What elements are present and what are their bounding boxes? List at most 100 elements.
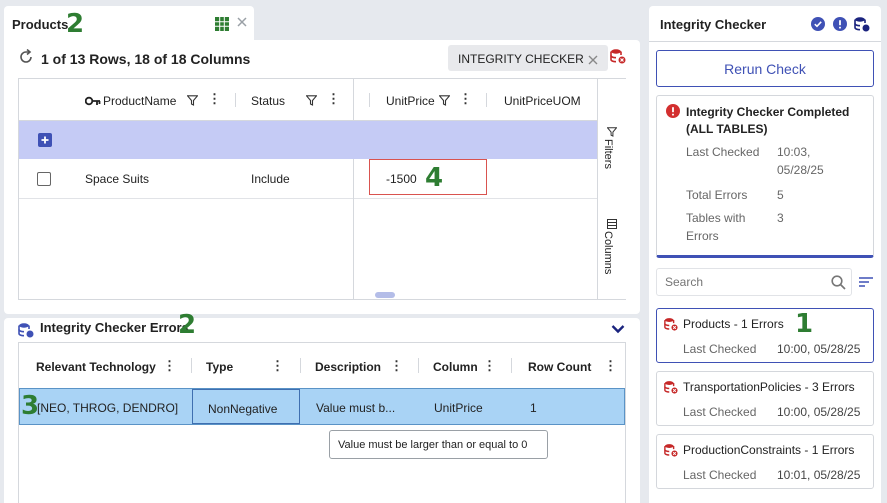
column-divider	[191, 358, 192, 373]
grid-header: ProductName ⋮ Status ⋮ UnitPrice ⋮ UnitP…	[19, 79, 597, 121]
status-title: Integrity Checker Completed (ALL TABLES)	[686, 105, 850, 136]
annotation-marker: 1	[795, 309, 814, 339]
data-grid: ProductName ⋮ Status ⋮ UnitPrice ⋮ UnitP…	[18, 78, 626, 300]
description-tooltip: Value must be larger than or equal to 0	[329, 430, 548, 459]
tooltip-text: Value must be larger than or equal to 0	[338, 439, 528, 451]
column-header-unitprice[interactable]: UnitPrice	[386, 94, 435, 108]
annotation-marker: 2	[66, 9, 85, 39]
result-last-checked-label: Last Checked	[683, 342, 757, 356]
database-icon[interactable]	[610, 48, 626, 64]
cell-unit-price: -1500	[386, 172, 417, 186]
column-header-unitpriceuom[interactable]: UnitPriceUOM	[504, 94, 581, 108]
errors-table-header: Relevant Technology ⋮ Type ⋮ Description…	[19, 343, 625, 388]
result-last-checked-value: 10:00, 05/28/25	[777, 405, 861, 419]
database-icon	[18, 322, 34, 338]
database-icon	[664, 317, 678, 331]
side-columns-button[interactable]: Columns	[602, 231, 614, 274]
row-checkbox[interactable]	[37, 172, 51, 186]
tables-with-errors-label: Tables with Errors	[686, 211, 746, 243]
kebab-icon[interactable]: ⋮	[390, 358, 403, 374]
close-icon[interactable]	[588, 53, 598, 65]
alert-circle-icon	[833, 17, 847, 31]
search-input[interactable]	[658, 270, 818, 294]
integrity-checker-panel: Integrity Checker Rerun Check Integrity …	[649, 6, 881, 503]
rows-summary: 1 of 13 Rows, 18 of 18 Columns	[41, 51, 251, 67]
filter-icon	[606, 125, 618, 137]
column-divider	[418, 358, 419, 373]
horizontal-scrollbar[interactable]	[375, 292, 395, 298]
cell-description[interactable]: Value must b...	[316, 401, 395, 415]
database-icon	[664, 443, 678, 457]
integrity-errors-panel: Integrity Checker Errors 2 Relevant Tech…	[4, 312, 640, 503]
filter-icon[interactable]	[438, 94, 451, 106]
table-row[interactable]: Space Suits Include -1500 4	[19, 159, 597, 199]
result-name: TransportationPolicies - 3 Errors	[683, 380, 855, 394]
database-icon	[664, 380, 678, 394]
result-item[interactable]: Products - 1 Errors Last Checked 10:00, …	[656, 308, 874, 363]
status-card: Integrity Checker Completed (ALL TABLES)…	[656, 95, 874, 258]
column-divider	[353, 79, 354, 121]
column-header-type[interactable]: Type	[206, 360, 233, 374]
cell-row-count[interactable]: 1	[530, 401, 537, 415]
chevron-down-icon[interactable]	[611, 322, 625, 334]
column-header-status[interactable]: Status	[251, 94, 285, 108]
column-header-relevant-technology[interactable]: Relevant Technology	[36, 360, 156, 374]
result-item[interactable]: ProductionConstraints - 1 Errors Last Ch…	[656, 434, 874, 489]
side-toolbar: Filters Columns	[597, 79, 626, 299]
sort-icon[interactable]	[858, 276, 874, 288]
products-tab-title: Products	[12, 17, 69, 32]
products-tab[interactable]: Products 2	[4, 6, 254, 42]
products-grid-panel: 1 of 13 Rows, 18 of 18 Columns INTEGRITY…	[4, 40, 640, 314]
result-last-checked-value: 10:01, 05/28/25	[777, 468, 861, 482]
errors-panel-title: Integrity Checker Errors	[40, 320, 189, 335]
kebab-icon[interactable]: ⋮	[271, 358, 284, 374]
kebab-icon[interactable]: ⋮	[604, 358, 617, 374]
kebab-icon[interactable]: ⋮	[208, 91, 221, 107]
cell-product-name[interactable]: Space Suits	[85, 172, 149, 186]
alert-circle-icon	[666, 104, 680, 118]
annotation-marker: 3	[21, 391, 40, 421]
column-divider	[511, 358, 512, 373]
kebab-icon[interactable]: ⋮	[459, 91, 472, 107]
cell-relevant-technology[interactable]: [NEO, THROG, DENDRO]	[37, 401, 178, 415]
column-divider	[353, 159, 354, 299]
column-header-row-count[interactable]: Row Count	[528, 360, 591, 374]
result-name: ProductionConstraints - 1 Errors	[683, 443, 855, 457]
side-filters-button[interactable]: Filters	[602, 139, 614, 169]
chip-label: INTEGRITY CHECKER	[458, 52, 584, 66]
rerun-check-button[interactable]: Rerun Check	[656, 50, 874, 87]
column-divider	[369, 93, 370, 107]
integrity-checker-chip[interactable]: INTEGRITY CHECKER	[448, 45, 608, 71]
column-header-description[interactable]: Description	[315, 360, 381, 374]
cell-type-focused[interactable]: NonNegative	[192, 389, 300, 424]
kebab-icon[interactable]: ⋮	[327, 91, 340, 107]
result-item[interactable]: TransportationPolicies - 3 Errors Last C…	[656, 371, 874, 426]
total-errors-label: Total Errors	[686, 188, 748, 202]
refresh-icon[interactable]	[18, 48, 34, 65]
integrity-checker-title: Integrity Checker	[660, 17, 767, 32]
total-errors-value: 5	[777, 188, 784, 202]
filter-icon[interactable]	[186, 94, 199, 106]
column-header-column[interactable]: Column	[433, 360, 478, 374]
cell-status[interactable]: Include	[251, 172, 290, 186]
rerun-check-label: Rerun Check	[724, 61, 806, 77]
column-divider	[235, 93, 236, 107]
cell-column[interactable]: UnitPrice	[434, 401, 483, 415]
search-box[interactable]	[656, 268, 852, 296]
divider	[649, 41, 881, 42]
annotation-marker: 4	[425, 163, 444, 193]
filter-icon[interactable]	[305, 94, 318, 106]
table-row[interactable]: [NEO, THROG, DENDRO] NonNegative Value m…	[19, 388, 625, 425]
kebab-icon[interactable]: ⋮	[163, 358, 176, 374]
plus-icon[interactable]	[38, 133, 52, 147]
close-icon[interactable]	[236, 16, 248, 28]
search-icon[interactable]	[831, 275, 846, 290]
kebab-icon[interactable]: ⋮	[483, 358, 496, 374]
database-icon[interactable]	[854, 16, 870, 32]
last-checked-value: 10:03, 05/28/25	[777, 145, 824, 177]
annotation-marker: 2	[178, 310, 197, 340]
last-checked-label: Last Checked	[686, 145, 760, 159]
column-divider	[300, 358, 301, 373]
column-header-productname[interactable]: ProductName	[103, 94, 176, 108]
check-circle-icon	[811, 17, 825, 31]
